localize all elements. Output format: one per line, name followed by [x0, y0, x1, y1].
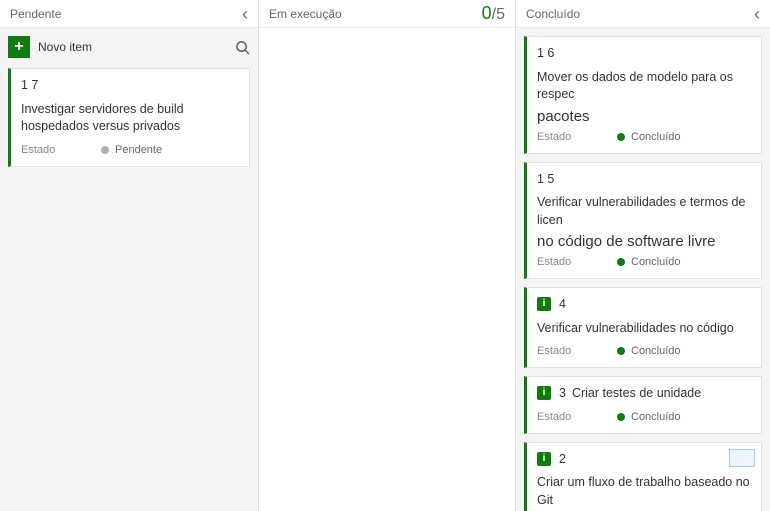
clipboard-icon: i: [537, 386, 551, 400]
collapse-pending-icon[interactable]: ‹: [242, 5, 248, 23]
state-field-label: Estado: [537, 411, 617, 423]
add-item-button[interactable]: +: [8, 36, 30, 58]
column-running-body: [259, 28, 515, 511]
new-item-label: Novo item: [38, 40, 92, 54]
card-done-3[interactable]: i3 Criar testes de unidade Estado Concluíd…: [524, 376, 762, 434]
state-dot-icon: [617, 413, 625, 421]
card-done-4[interactable]: i2 Criar um fluxo de trabalho baseado no…: [524, 442, 762, 511]
column-running: Em execução 0/5: [259, 0, 516, 511]
state-value: Concluído: [631, 131, 681, 143]
state-value: Concluído: [631, 345, 681, 357]
state-dot-icon: [617, 258, 625, 266]
card-state-row: Estado Concluído: [537, 256, 751, 268]
card-title: 1 6 Mover os dados de modelo para os res…: [537, 45, 751, 104]
state-field-label: Estado: [537, 131, 617, 143]
column-pending: Pendente ‹ + Novo item 1 7 Investigar se…: [0, 0, 259, 511]
column-running-header: Em execução 0/5: [259, 0, 515, 28]
column-pending-title: Pendente: [10, 7, 61, 21]
card-title-text: Criar testes de unidade: [572, 385, 701, 403]
card-prefix: 1 7: [21, 77, 38, 95]
running-count: 0/5: [482, 3, 505, 24]
card-title: i3 Criar testes de unidade: [537, 385, 751, 403]
column-done: Concluído ‹ 1 6 Mover os dados de modelo…: [516, 0, 770, 511]
state-dot-icon: [617, 133, 625, 141]
card-state-row: Estado Concluído: [537, 131, 751, 143]
card-subtitle: no código de software livre: [537, 233, 751, 250]
search-icon[interactable]: [235, 40, 250, 55]
card-title-text: Verificar vulnerabilidades no código: [537, 320, 734, 338]
state-dot-icon: [617, 347, 625, 355]
column-done-title: Concluído: [526, 7, 580, 21]
running-count-done: 0: [482, 3, 492, 23]
card-title: i2 Criar um fluxo de trabalho baseado no…: [537, 451, 751, 510]
new-item-row: + Novo item: [8, 36, 250, 58]
column-pending-body: + Novo item 1 7 Investigar servidores de…: [0, 28, 258, 511]
selection-box: [729, 449, 755, 467]
card-prefix: 2: [559, 451, 566, 469]
column-done-header: Concluído ‹: [516, 0, 770, 28]
card-done-2[interactable]: i4 Verificar vulnerabilidades no código E…: [524, 287, 762, 368]
column-running-title: Em execução: [269, 7, 342, 21]
state-dot-icon: [101, 146, 109, 154]
state-value: Concluído: [631, 256, 681, 268]
state-field-label: Estado: [537, 345, 617, 357]
state-value: Pendente: [115, 144, 162, 156]
card-title: 1 7 Investigar servidores de build hospe…: [21, 77, 239, 136]
card-title: i4 Verificar vulnerabilidades no código: [537, 296, 751, 337]
state-value: Concluído: [631, 411, 681, 423]
collapse-done-icon[interactable]: ‹: [754, 5, 760, 23]
card-prefix: 1 6: [537, 45, 554, 63]
running-count-total: /5: [492, 6, 505, 23]
card-prefix: 4: [559, 296, 566, 314]
state-field-label: Estado: [21, 144, 101, 156]
kanban-board: Pendente ‹ + Novo item 1 7 Investigar se…: [0, 0, 770, 511]
card-state-row: Estado Concluído: [537, 345, 751, 357]
card-title-text: Mover os dados de modelo para os respec: [537, 69, 751, 104]
clipboard-icon: i: [537, 452, 551, 466]
card-state-row: Estado Concluído: [537, 411, 751, 423]
card-prefix: 1 5: [537, 171, 554, 189]
column-pending-header: Pendente ‹: [0, 0, 258, 28]
card-done-1[interactable]: 1 5 Verificar vulnerabilidades e termos …: [524, 162, 762, 280]
card-pending-0[interactable]: 1 7 Investigar servidores de build hospe…: [8, 68, 250, 167]
column-done-body: 1 6 Mover os dados de modelo para os res…: [516, 28, 770, 511]
card-title-text: Investigar servidores de build hospedado…: [21, 101, 239, 136]
card-done-0[interactable]: 1 6 Mover os dados de modelo para os res…: [524, 36, 762, 154]
card-subtitle: pacotes: [537, 108, 751, 125]
card-title-text: Verificar vulnerabilidades e termos de l…: [537, 194, 751, 229]
card-title: 1 5 Verificar vulnerabilidades e termos …: [537, 171, 751, 230]
card-title-text: Criar um fluxo de trabalho baseado no Gi…: [537, 474, 751, 509]
clipboard-icon: i: [537, 297, 551, 311]
card-prefix: 3: [559, 385, 566, 403]
card-state-row: Estado Pendente: [21, 144, 239, 156]
state-field-label: Estado: [537, 256, 617, 268]
